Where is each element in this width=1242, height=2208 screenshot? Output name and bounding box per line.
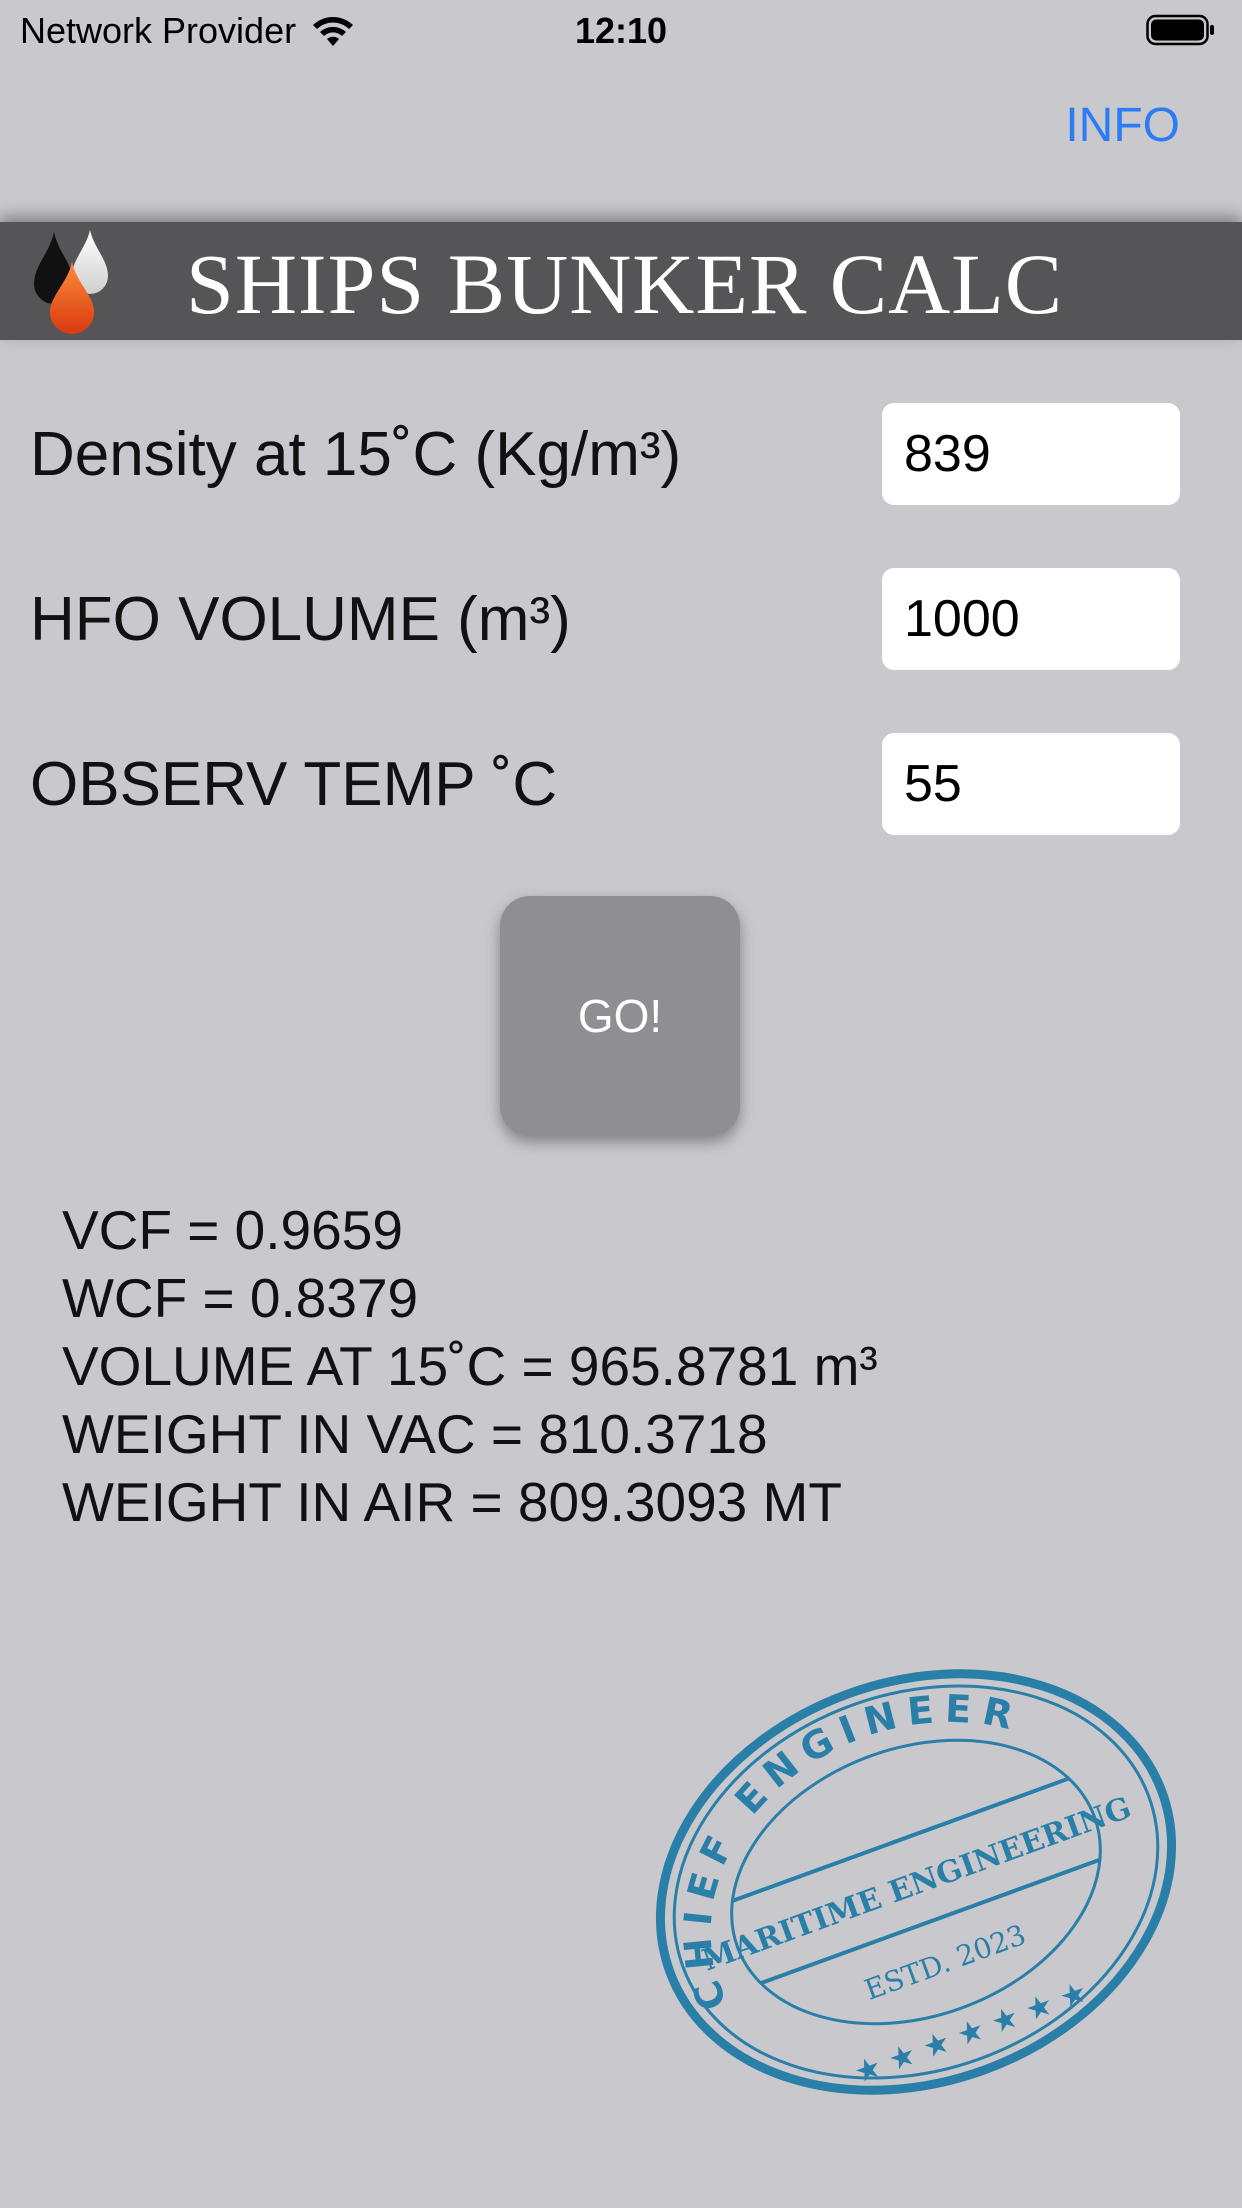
volume-label: HFO VOLUME (m³) [30, 585, 571, 654]
header-banner: SHIPS BUNKER CALC [0, 222, 1242, 340]
go-button[interactable]: GO! [500, 896, 740, 1136]
chief-engineer-stamp: CHIEF ENGINEER MARITIME ENGINEERING ESTD… [636, 1647, 1177, 2095]
battery-icon [1146, 14, 1214, 46]
temperature-row: OBSERV TEMP ˚C [0, 733, 1242, 837]
volume-row: HFO VOLUME (m³) [0, 568, 1242, 672]
temperature-label: OBSERV TEMP ˚C [30, 750, 558, 819]
result-weight-vac: WEIGHT IN VAC = 810.3718 [62, 1403, 768, 1465]
info-button[interactable]: INFO [1065, 98, 1180, 153]
result-wcf: WCF = 0.8379 [62, 1267, 419, 1329]
status-bar: Network Provider 12:10 [0, 0, 1242, 62]
density-input[interactable] [882, 403, 1180, 505]
stamp-bottom-text: ESTD. 2023 [860, 1918, 1030, 2007]
volume-input[interactable] [882, 568, 1180, 670]
density-label: Density at 15˚C (Kg/m³) [30, 420, 682, 489]
result-vcf: VCF = 0.9659 [62, 1199, 403, 1261]
temperature-input[interactable] [882, 733, 1180, 835]
clock: 12:10 [574, 10, 668, 51]
app-title: SHIPS BUNKER CALC [186, 236, 1064, 332]
result-weight-air: WEIGHT IN AIR = 809.3093 MT [62, 1471, 842, 1533]
oil-drops-icon [34, 230, 108, 334]
results-panel: VCF = 0.9659 WCF = 0.8379 VOLUME AT 15˚C… [62, 1196, 878, 1536]
result-volume-15c: VOLUME AT 15˚C = 965.8781 m³ [62, 1335, 878, 1397]
stamp-middle-text: MARITIME ENGINEERING [698, 1790, 1136, 1978]
density-row: Density at 15˚C (Kg/m³) [0, 403, 1242, 507]
